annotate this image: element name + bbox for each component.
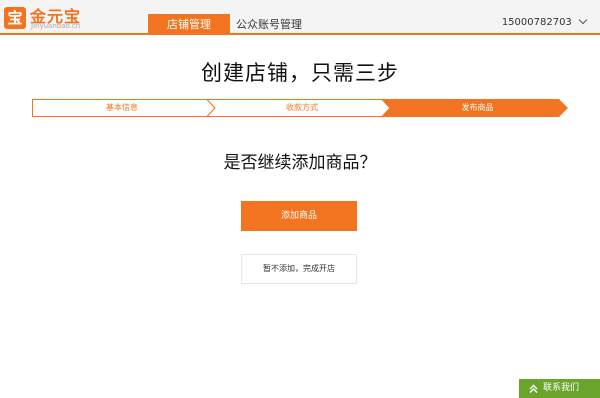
user-menu[interactable]: 15000782703 — [501, 15, 588, 28]
contact-us-label: 联系我们 — [543, 383, 580, 393]
logo-domain: Jinyuanbao.cn — [31, 22, 81, 30]
tab-store-management[interactable]: 店铺管理 — [148, 14, 230, 35]
tab-public-account-management[interactable]: 公众账号管理 — [232, 14, 306, 35]
site-logo[interactable]: 宝 金元宝 Jinyuanbao.cn — [4, 5, 84, 31]
page-title: 创建店铺，只需三步 — [201, 61, 399, 85]
step-progress: 基本信息 收款方式 发布商品 — [32, 99, 568, 117]
add-product-button[interactable]: 添加商品 — [241, 201, 357, 231]
skip-finish-button[interactable]: 暂不添加，完成开店 — [241, 254, 357, 284]
continue-question: 是否继续添加商品？ — [223, 153, 377, 173]
step-basic-info: 基本信息 — [106, 103, 138, 112]
step-payment-method: 收款方式 — [286, 103, 318, 112]
top-navigation-bar: 宝 金元宝 Jinyuanbao.cn 店铺管理 公众账号管理 15000782… — [0, 0, 600, 35]
user-phone: 15000782703 — [501, 17, 572, 28]
chevron-down-icon — [578, 15, 588, 25]
step-publish-product: 发布商品 — [461, 103, 494, 112]
logo-mark-icon: 宝 — [4, 7, 26, 29]
page: 宝 金元宝 Jinyuanbao.cn 店铺管理 公众账号管理 15000782… — [0, 0, 600, 398]
contact-us-button[interactable]: 联系我们 — [519, 379, 600, 398]
chevron-up-icon — [529, 384, 538, 393]
